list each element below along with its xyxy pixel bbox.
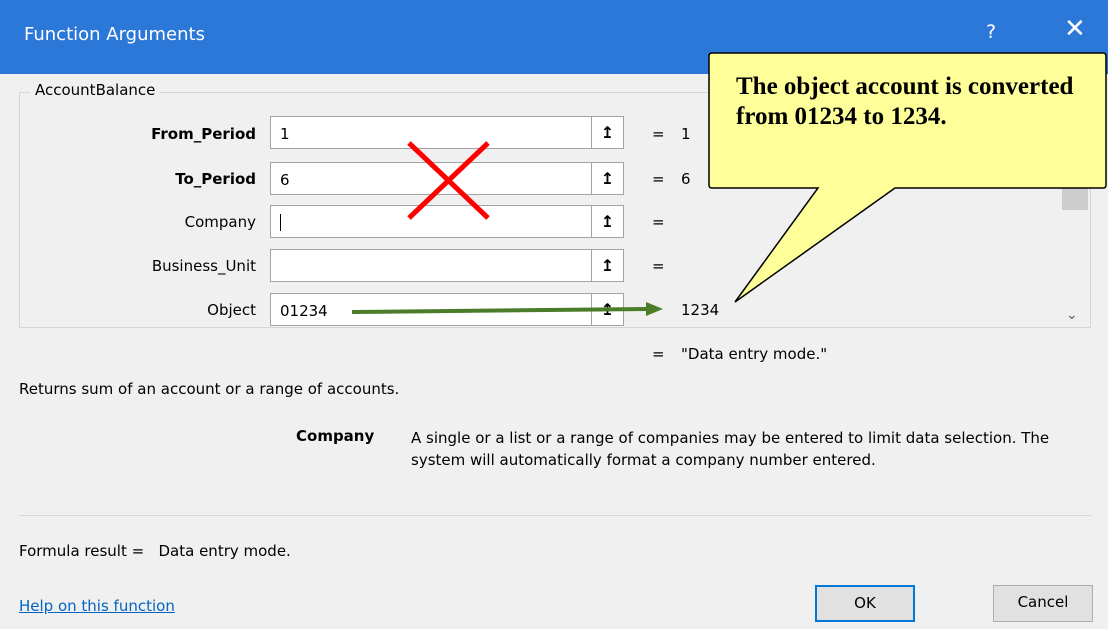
equals-sign: = — [652, 345, 665, 363]
callout-text: The object account is converted from 012… — [736, 73, 1074, 130]
from-period-result: 1 — [681, 125, 691, 143]
formula-value: "Data entry mode." — [681, 345, 828, 363]
collapse-dialog-icon[interactable]: ↥ — [591, 162, 624, 195]
object-input[interactable]: 01234 — [270, 293, 592, 326]
equals-sign: = — [652, 170, 665, 188]
object-label: Object — [207, 301, 256, 319]
collapse-dialog-icon[interactable]: ↥ — [591, 249, 624, 282]
dialog-title: Function Arguments — [24, 24, 205, 45]
equals-sign: = — [652, 125, 665, 143]
function-description: Returns sum of an account or a range of … — [19, 380, 400, 398]
to-period-label: To_Period — [175, 170, 256, 188]
to-period-result: 6 — [681, 170, 691, 188]
chevron-down-icon[interactable]: ⌄ — [1066, 307, 1078, 323]
collapse-dialog-icon[interactable]: ↥ — [591, 205, 624, 238]
object-result: 1234 — [681, 301, 720, 319]
equals-sign: = — [652, 257, 665, 275]
business-unit-input[interactable] — [270, 249, 592, 282]
close-icon[interactable]: ✕ — [1064, 16, 1086, 42]
collapse-dialog-icon[interactable]: ↥ — [591, 293, 624, 326]
cancel-button[interactable]: Cancel — [993, 585, 1093, 622]
help-icon[interactable]: ? — [986, 21, 996, 43]
title-bar: Function Arguments ? ✕ — [0, 0, 1108, 74]
company-label: Company — [184, 213, 256, 231]
company-input[interactable] — [270, 205, 592, 238]
business-unit-label: Business_Unit — [151, 257, 256, 275]
formula-result: Formula result = Data entry mode. — [19, 542, 291, 560]
from-period-label: From_Period — [151, 125, 256, 143]
argument-help-name: Company — [296, 427, 375, 445]
ok-button[interactable]: OK — [815, 585, 915, 622]
equals-sign: = — [652, 213, 665, 231]
scrollbar-thumb[interactable] — [1062, 182, 1088, 210]
argument-help-text: A single or a list or a range of compani… — [411, 429, 1050, 469]
collapse-dialog-icon[interactable]: ↥ — [591, 116, 624, 149]
text-cursor — [280, 214, 281, 231]
to-period-input[interactable]: 6 — [270, 162, 592, 195]
help-link[interactable]: Help on this function — [19, 597, 175, 615]
from-period-input[interactable]: 1 — [270, 116, 592, 149]
function-name: AccountBalance — [30, 81, 161, 99]
scrollbar[interactable] — [1059, 100, 1085, 326]
divider — [19, 515, 1091, 516]
